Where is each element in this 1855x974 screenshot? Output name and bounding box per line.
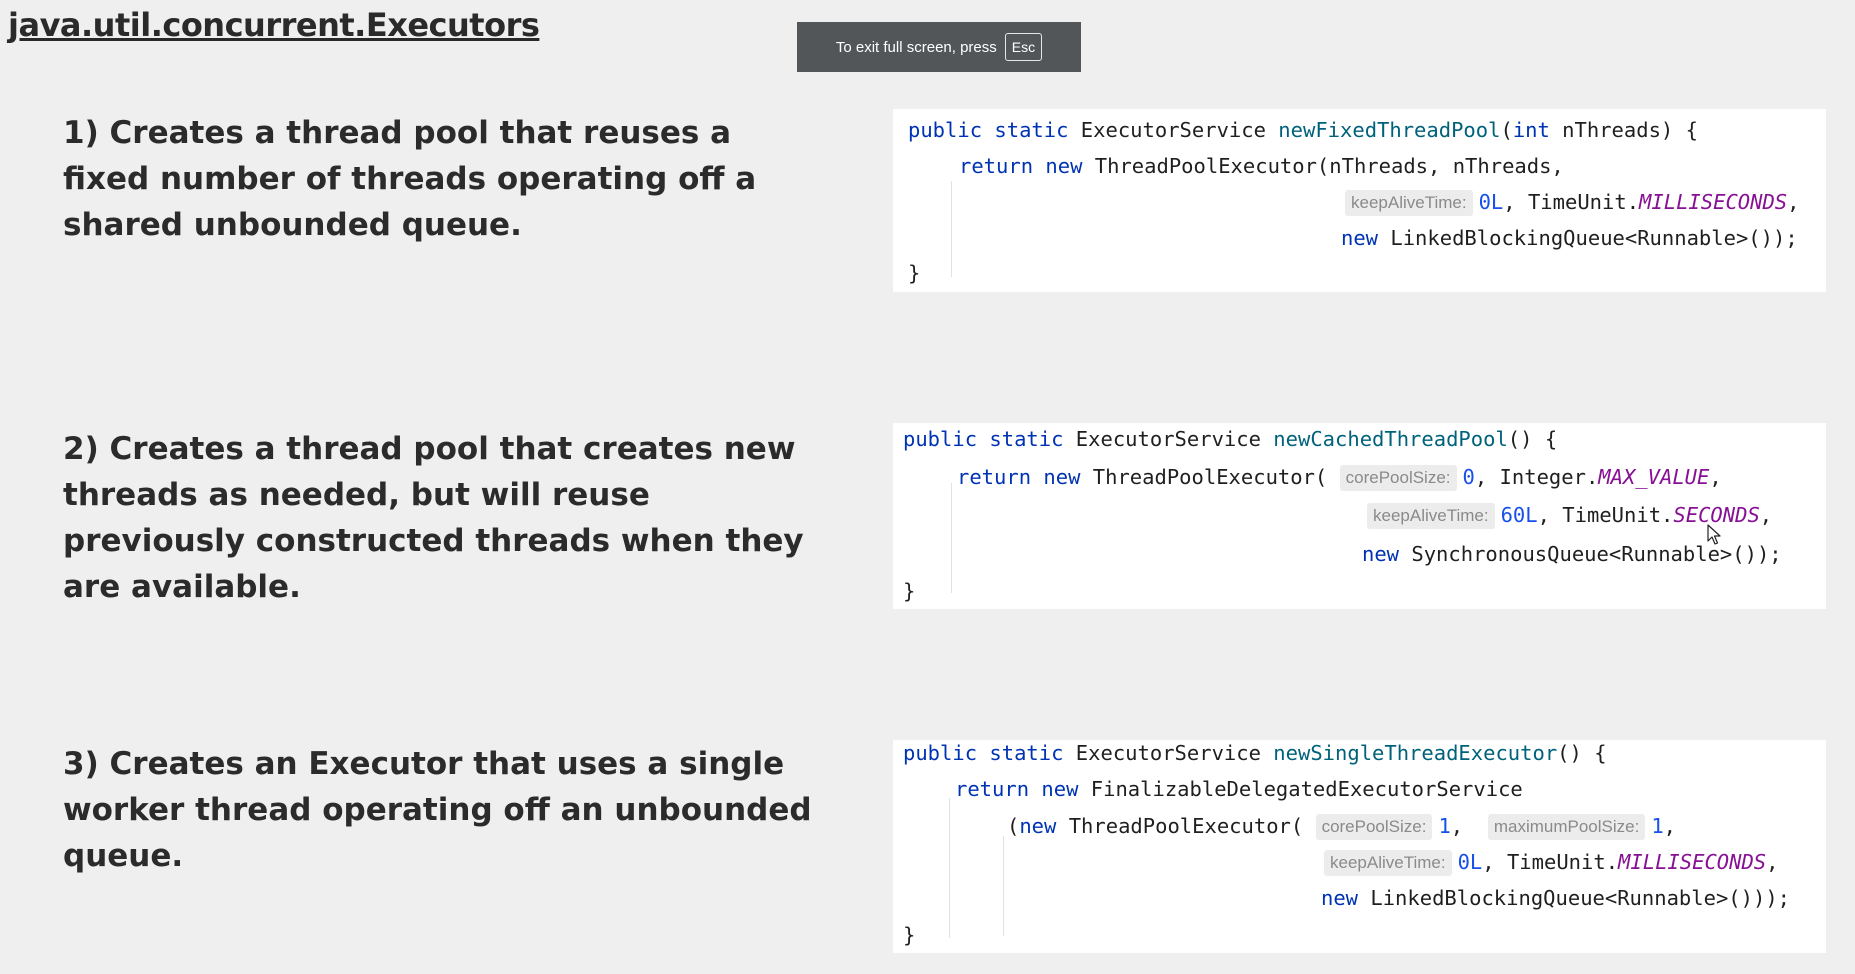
code-line: return new FinalizableDelegatedExecutorS… — [955, 771, 1523, 807]
code-line: return new ThreadPoolExecutor(nThreads, … — [959, 148, 1564, 184]
code-token: new — [1043, 465, 1081, 489]
code-token: MAX_VALUE — [1598, 465, 1710, 489]
code-token: return — [959, 154, 1034, 178]
code-token: newFixedThreadPool — [1278, 118, 1501, 142]
code-token: new — [1362, 542, 1400, 566]
code-token: new — [1321, 886, 1359, 910]
code-token: , — [1709, 465, 1722, 489]
mouse-cursor-icon — [1707, 524, 1721, 545]
code-block-fixed-thread-pool: public static ExecutorService newFixedTh… — [893, 109, 1826, 292]
parameter-hint: corePoolSize: — [1315, 814, 1433, 840]
code-token: MILLISECONDS — [1639, 190, 1788, 214]
code-block-single-thread-executor: public static ExecutorService newSingleT… — [893, 740, 1826, 953]
code-token: return — [955, 777, 1030, 801]
code-line: keepAliveTime: 0L, TimeUnit.MILLISECONDS, — [1345, 184, 1800, 220]
code-line: keepAliveTime: 0L, TimeUnit.MILLISECONDS, — [1324, 844, 1779, 880]
code-token: , — [1759, 503, 1773, 527]
code-token: ( — [1007, 814, 1020, 838]
code-token: static — [989, 741, 1064, 765]
code-token: public — [903, 741, 978, 765]
code-token: 1 — [1438, 814, 1451, 838]
code-token: ExecutorService — [1063, 741, 1274, 765]
page-title: java.util.concurrent.Executors — [8, 6, 540, 44]
code-line: return new ThreadPoolExecutor( corePoolS… — [957, 459, 1722, 495]
fullscreen-banner-text: To exit full screen, press — [835, 38, 997, 56]
code-token: int — [1512, 118, 1550, 142]
code-token: new — [1045, 154, 1083, 178]
description-1: 1) Creates a thread pool that reuses a f… — [63, 115, 757, 243]
code-line: public static ExecutorService newFixedTh… — [908, 112, 1698, 148]
code-token: public — [903, 427, 978, 451]
code-token: , TimeUnit. — [1537, 503, 1674, 527]
code-token: ( — [1500, 118, 1513, 142]
code-token: () { — [1557, 741, 1607, 765]
code-token: new — [1341, 226, 1379, 250]
code-line: public static ExecutorService newCachedT… — [903, 421, 1557, 457]
code-token: , — [1450, 814, 1488, 838]
code-token: () { — [1507, 427, 1558, 451]
code-token: , Integer. — [1474, 465, 1599, 489]
code-token: newCachedThreadPool — [1273, 427, 1508, 451]
code-token: , — [1766, 850, 1779, 874]
code-token: LinkedBlockingQueue<Runnable>())); — [1358, 886, 1791, 910]
code-token: LinkedBlockingQueue<Runnable>()); — [1378, 226, 1798, 250]
code-token: nThreads) { — [1549, 118, 1698, 142]
code-token: 0L — [1478, 190, 1504, 214]
code-line: } — [903, 917, 915, 953]
code-token: , TimeUnit. — [1503, 190, 1640, 214]
code-token: newSingleThreadExecutor — [1273, 741, 1558, 765]
code-token: ExecutorService — [1063, 427, 1274, 451]
code-token: 0L — [1457, 850, 1483, 874]
fullscreen-exit-banner: To exit full screen, press Esc — [797, 22, 1081, 72]
code-token: } — [903, 923, 916, 947]
parameter-hint: corePoolSize: — [1339, 465, 1457, 491]
code-token: 60L — [1500, 503, 1538, 527]
code-token: , — [1787, 190, 1800, 214]
code-token: FinalizableDelegatedExecutorService — [1078, 777, 1523, 801]
parameter-hint: keepAliveTime: — [1324, 850, 1452, 876]
code-line: public static ExecutorService newSingleT… — [903, 735, 1607, 771]
code-token: } — [908, 261, 921, 285]
code-token: new — [1019, 814, 1057, 838]
code-token: ThreadPoolExecutor(nThreads, nThreads, — [1082, 154, 1564, 178]
code-token: static — [994, 118, 1069, 142]
code-token: SynchronousQueue<Runnable>()); — [1399, 542, 1782, 566]
esc-key-badge[interactable]: Esc — [1004, 33, 1043, 61]
code-line: new LinkedBlockingQueue<Runnable>()); — [1341, 220, 1798, 256]
code-token: public — [908, 118, 983, 142]
code-token: 0 — [1462, 465, 1475, 489]
code-token: return — [957, 465, 1032, 489]
code-token: ThreadPoolExecutor( — [1080, 465, 1340, 489]
code-line: new LinkedBlockingQueue<Runnable>())); — [1321, 880, 1790, 916]
code-token: new — [1041, 777, 1079, 801]
code-token: ThreadPoolExecutor( — [1056, 814, 1316, 838]
code-line: (new ThreadPoolExecutor( corePoolSize: 1,… — [1007, 808, 1676, 844]
description-3: 3) Creates an Executor that uses a singl… — [63, 746, 812, 874]
code-line: } — [908, 255, 920, 291]
code-block-cached-thread-pool: public static ExecutorService newCachedT… — [893, 423, 1826, 609]
parameter-hint: keepAliveTime: — [1345, 190, 1473, 216]
parameter-hint: keepAliveTime: — [1367, 503, 1495, 529]
code-token: MILLISECONDS — [1618, 850, 1767, 874]
description-2: 2) Creates a thread pool that creates ne… — [63, 431, 804, 605]
code-token: static — [989, 427, 1064, 451]
code-token: , TimeUnit. — [1482, 850, 1619, 874]
code-token: } — [903, 579, 916, 603]
parameter-hint: maximumPoolSize: — [1487, 814, 1646, 840]
code-token: 1 — [1651, 814, 1664, 838]
code-line: } — [903, 573, 915, 609]
code-token: , — [1663, 814, 1677, 838]
code-token: ExecutorService — [1068, 118, 1279, 142]
